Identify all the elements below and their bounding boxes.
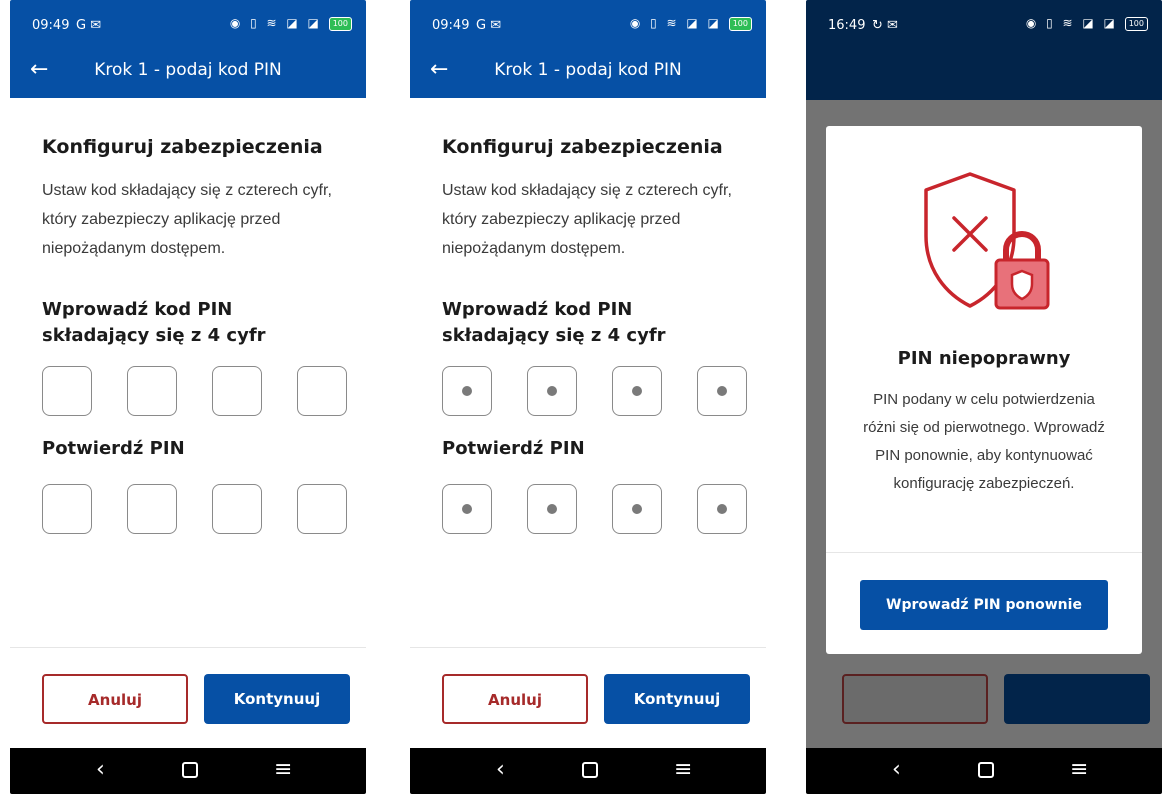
- nav-menu-icon[interactable]: ≡: [674, 756, 692, 784]
- confirm-pin-input-row: [42, 484, 348, 536]
- footer-divider: [10, 647, 366, 648]
- pin-dot: [547, 504, 557, 514]
- battery-icon: 100: [728, 17, 752, 31]
- battery-icon: 100: [1124, 17, 1148, 31]
- cancel-button[interactable]: Anuluj: [42, 674, 188, 724]
- shield-lock-error-icon: [924, 172, 1050, 310]
- confirm-pin-digit-1[interactable]: [42, 484, 92, 534]
- nav-home-icon[interactable]: [978, 756, 994, 786]
- app-bar: ← Krok 1 - podaj kod PIN: [10, 44, 366, 98]
- pin-digit-3[interactable]: [212, 366, 262, 416]
- confirm-pin-digit-3[interactable]: [612, 484, 662, 534]
- confirm-pin-digit-1[interactable]: [442, 484, 492, 534]
- page-title: Krok 1 - podaj kod PIN: [494, 60, 682, 80]
- status-time: 16:49: [828, 18, 866, 33]
- pin-digit-2[interactable]: [127, 366, 177, 416]
- status-system-icons: ◉ ▯ ≋ ◪ ◪ 100: [1026, 16, 1148, 31]
- pin-dot: [632, 386, 642, 396]
- nav-back-icon[interactable]: ‹: [96, 756, 105, 784]
- app-bar: ← Krok 1 - podaj kod PIN: [410, 44, 766, 98]
- pin-dot: [462, 504, 472, 514]
- nav-home-icon[interactable]: [182, 756, 198, 786]
- system-nav-bar: ‹ ≡: [806, 748, 1162, 794]
- pin-digit-3[interactable]: [612, 366, 662, 416]
- section-description: Ustaw kod składający się z czterech cyfr…: [442, 182, 732, 257]
- section-heading: Konfiguruj zabezpieczenia: [442, 136, 723, 158]
- pin-dot: [462, 386, 472, 396]
- battery-icon: 100: [328, 17, 352, 31]
- pin-input-row: [442, 366, 748, 418]
- continue-button[interactable]: Kontynuuj: [604, 674, 750, 724]
- pin-label: Wprowadź kod PIN składający się z 4 cyfr: [42, 299, 266, 346]
- status-system-icons: ◉ ▯ ≋ ◪ ◪ 100: [230, 16, 352, 31]
- status-notification-icons: ↻ ✉: [872, 18, 898, 33]
- status-system-icons: ◉ ▯ ≋ ◪ ◪ 100: [630, 16, 752, 31]
- dialog-divider: [826, 552, 1142, 553]
- status-notification-icons: G ✉: [476, 18, 502, 33]
- error-dialog: PIN niepoprawny PIN podany w celu potwie…: [826, 126, 1142, 654]
- main-content: Konfiguruj zabezpieczenia Ustaw kod skła…: [42, 136, 348, 349]
- retry-pin-button[interactable]: Wprowadź PIN ponownie: [860, 580, 1108, 630]
- confirm-pin-digit-3[interactable]: [212, 484, 262, 534]
- phone-screen-filled-pin: 09:49 G ✉ ◉ ▯ ≋ ◪ ◪ 100 ← Krok 1 - podaj…: [410, 0, 766, 794]
- system-nav-bar: ‹ ≡: [10, 748, 366, 794]
- status-time: 09:49: [432, 18, 470, 33]
- nav-back-icon[interactable]: ‹: [496, 756, 505, 784]
- pin-input-row: [42, 366, 348, 418]
- status-time: 09:49: [32, 18, 70, 33]
- pin-dot: [632, 504, 642, 514]
- pin-dot: [717, 504, 727, 514]
- dialog-message: PIN podany w celu potwierdzenia różni si…: [863, 391, 1105, 492]
- section-heading: Konfiguruj zabezpieczenia: [42, 136, 323, 158]
- nav-menu-icon[interactable]: ≡: [1070, 756, 1088, 784]
- status-notification-icons: G ✉: [76, 18, 102, 33]
- dialog-title: PIN niepoprawny: [897, 348, 1071, 369]
- phone-screen-error-dialog: 16:49 ↻ ✉ ◉ ▯ ≋ ◪ ◪ 100 PIN niepoprawny …: [806, 0, 1162, 794]
- pin-label: Wprowadź kod PIN składający się z 4 cyfr: [442, 299, 666, 346]
- pin-digit-1[interactable]: [42, 366, 92, 416]
- confirm-pin-digit-2[interactable]: [127, 484, 177, 534]
- pin-digit-2[interactable]: [527, 366, 577, 416]
- main-content: Konfiguruj zabezpieczenia Ustaw kod skła…: [442, 136, 748, 349]
- nav-menu-icon[interactable]: ≡: [274, 756, 292, 784]
- nav-home-icon[interactable]: [582, 756, 598, 786]
- pin-digit-4[interactable]: [697, 366, 747, 416]
- footer-divider: [410, 647, 766, 648]
- confirm-pin-label: Potwierdź PIN: [442, 438, 585, 459]
- phone-screen-empty-pin: 09:49 G ✉ ◉ ▯ ≋ ◪ ◪ 100 ← Krok 1 - podaj…: [10, 0, 366, 794]
- pin-dot: [547, 386, 557, 396]
- continue-button[interactable]: Kontynuuj: [204, 674, 350, 724]
- pin-digit-1[interactable]: [442, 366, 492, 416]
- pin-dot: [717, 386, 727, 396]
- pin-digit-4[interactable]: [297, 366, 347, 416]
- section-description: Ustaw kod składający się z czterech cyfr…: [42, 182, 332, 257]
- confirm-pin-label: Potwierdź PIN: [42, 438, 185, 459]
- confirm-pin-digit-2[interactable]: [527, 484, 577, 534]
- confirm-pin-digit-4[interactable]: [697, 484, 747, 534]
- confirm-pin-input-row: [442, 484, 748, 536]
- nav-back-icon[interactable]: ‹: [892, 756, 901, 784]
- confirm-pin-digit-4[interactable]: [297, 484, 347, 534]
- page-title: Krok 1 - podaj kod PIN: [94, 60, 282, 80]
- system-nav-bar: ‹ ≡: [410, 748, 766, 794]
- status-bar: 16:49 ↻ ✉ ◉ ▯ ≋ ◪ ◪ 100: [806, 0, 1162, 52]
- cancel-button[interactable]: Anuluj: [442, 674, 588, 724]
